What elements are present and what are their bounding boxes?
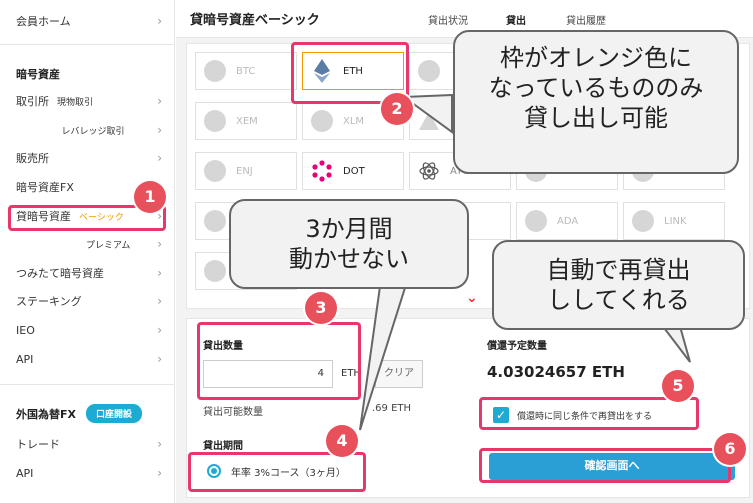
- sidebar-label: API: [16, 352, 34, 366]
- chevron-right-icon: ›: [157, 151, 162, 165]
- available-value: .69 ETH: [372, 403, 412, 414]
- marker-6: 6: [714, 433, 746, 465]
- sidebar-item-leverage[interactable]: レバレッジ取引 ›: [16, 119, 162, 141]
- coin-icon: [204, 260, 226, 282]
- callout-line: なっているもののみ: [488, 74, 704, 102]
- sidebar-item-staking[interactable]: ステーキング ›: [16, 290, 162, 312]
- sidebar-item-api-fx[interactable]: API ›: [16, 462, 162, 484]
- chevron-right-icon: ›: [157, 352, 162, 366]
- callout-line: 自動で再貸出: [546, 256, 691, 284]
- coin-ada[interactable]: ADA: [516, 202, 618, 240]
- divider: [0, 384, 174, 385]
- callout-line: 3か月間: [305, 215, 393, 243]
- open-account-button[interactable]: 口座開設: [86, 404, 143, 423]
- highlight-period: [188, 452, 366, 492]
- available-label: 貸出可能数量: [203, 407, 263, 418]
- coin-label: LINK: [664, 215, 687, 227]
- ada-icon: [525, 210, 547, 232]
- chevron-right-icon: ›: [157, 123, 162, 137]
- yfi-icon: [204, 210, 226, 232]
- coin-label: DOT: [343, 165, 365, 177]
- btc-icon: [204, 60, 226, 82]
- tab-status[interactable]: 貸出状況: [428, 12, 468, 27]
- chevron-right-icon: ›: [157, 237, 162, 251]
- sidebar-item-sales[interactable]: 販売所 ›: [16, 147, 162, 169]
- coin-label: ENJ: [236, 165, 253, 177]
- coin-label: XEM: [236, 115, 258, 127]
- coin-link[interactable]: LINK: [623, 202, 725, 240]
- chevron-right-icon: ›: [157, 466, 162, 480]
- screen: 会員ホーム › 暗号資産 取引所 現物取引 › レバレッジ取引 › 販売所 › 暗号資産F…: [0, 0, 753, 503]
- chevron-right-icon: ›: [157, 323, 162, 337]
- sidebar-item-exchange[interactable]: 取引所 現物取引 ›: [16, 90, 162, 112]
- marker-5: 5: [662, 370, 694, 402]
- sidebar-item-trade[interactable]: トレード ›: [16, 433, 162, 455]
- sidebar-item-tsumitate[interactable]: つみたて暗号資産 ›: [16, 262, 162, 284]
- coin-btc[interactable]: BTC: [195, 52, 297, 90]
- sidebar-label: ステーキング: [16, 295, 82, 308]
- marker-4: 4: [326, 425, 358, 457]
- xlm-icon: [311, 110, 333, 132]
- highlight-confirm: [479, 448, 731, 483]
- chevron-right-icon: ›: [157, 94, 162, 108]
- sidebar-item-api[interactable]: API ›: [16, 348, 162, 370]
- highlight-amount: [197, 322, 361, 400]
- triangle-coin-icon: [419, 112, 439, 130]
- marker-2: 2: [381, 93, 413, 125]
- callout-line: ししてくれる: [547, 286, 690, 314]
- sidebar-label: 取引所: [16, 95, 49, 108]
- marker-1: 1: [134, 181, 166, 213]
- coin-label: ADA: [557, 215, 579, 227]
- callout-lock: 3か月間 動かせない: [229, 199, 469, 289]
- coin-label: XLM: [343, 115, 365, 127]
- coin-enj[interactable]: ENJ: [195, 152, 297, 190]
- sidebar-item-member-home[interactable]: 会員ホーム ›: [16, 10, 162, 32]
- chevron-right-icon: ›: [157, 14, 162, 28]
- tab-lend[interactable]: 貸出: [506, 12, 526, 27]
- bch-icon: [418, 60, 440, 82]
- section-fx: 外国為替FX 口座開設: [16, 404, 143, 423]
- sidebar-label: 会員ホーム: [16, 15, 71, 28]
- coin-dot[interactable]: DOT: [302, 152, 404, 190]
- xem-icon: [204, 110, 226, 132]
- sidebar-item-ieo[interactable]: IEO ›: [16, 319, 162, 341]
- marker-3: 3: [305, 292, 337, 324]
- chevron-right-icon: ›: [157, 266, 162, 280]
- callout-orange-frame: 枠がオレンジ色に なっているもののみ 貸し出し可能: [453, 30, 739, 174]
- page-title: 貸暗号資産ベーシック: [190, 13, 320, 28]
- atom-icon: [419, 162, 439, 180]
- repay-label: 償還予定数量: [487, 341, 547, 352]
- callout-line: 動かせない: [289, 245, 409, 273]
- enj-icon: [204, 160, 226, 182]
- callout-line: 貸し出し可能: [524, 104, 668, 132]
- highlight-relend: [479, 397, 699, 430]
- section-fx-label: 外国為替FX: [16, 407, 76, 421]
- sidebar-label: つみたて暗号資産: [16, 267, 104, 280]
- sidebar: 会員ホーム › 暗号資産 取引所 現物取引 › レバレッジ取引 › 販売所 › 暗号資産F…: [0, 0, 175, 503]
- callout-line: 枠がオレンジ色に: [500, 44, 692, 72]
- tab-history[interactable]: 貸出履歴: [566, 12, 606, 27]
- sidebar-sub-leverage: レバレッジ取引: [61, 126, 125, 137]
- chevron-down-icon[interactable]: ⌄: [466, 290, 478, 306]
- sidebar-label: API: [16, 466, 34, 480]
- sidebar-sub-premium: プレミアム: [86, 240, 131, 251]
- sidebar-label: IEO: [16, 323, 35, 337]
- sidebar-label: 暗号資産FX: [16, 181, 74, 194]
- coin-xem[interactable]: XEM: [195, 102, 297, 140]
- clear-button[interactable]: クリア: [375, 360, 423, 388]
- callout-auto: 自動で再貸出 ししてくれる: [492, 240, 745, 330]
- section-crypto: 暗号資産: [16, 68, 60, 81]
- sidebar-label: トレード: [16, 438, 60, 451]
- link-icon: [632, 210, 654, 232]
- sidebar-sub-spot[interactable]: 現物取引: [57, 95, 93, 108]
- dot-icon: [312, 160, 332, 182]
- period-label: 貸出期間: [203, 441, 243, 452]
- repay-value: 4.03024657 ETH: [487, 363, 625, 381]
- coin-label: BTC: [236, 65, 256, 77]
- sidebar-label: 販売所: [16, 152, 49, 165]
- chevron-right-icon: ›: [157, 294, 162, 308]
- chevron-right-icon: ›: [157, 437, 162, 451]
- sidebar-item-premium[interactable]: プレミアム ›: [16, 233, 162, 255]
- divider: [0, 44, 174, 45]
